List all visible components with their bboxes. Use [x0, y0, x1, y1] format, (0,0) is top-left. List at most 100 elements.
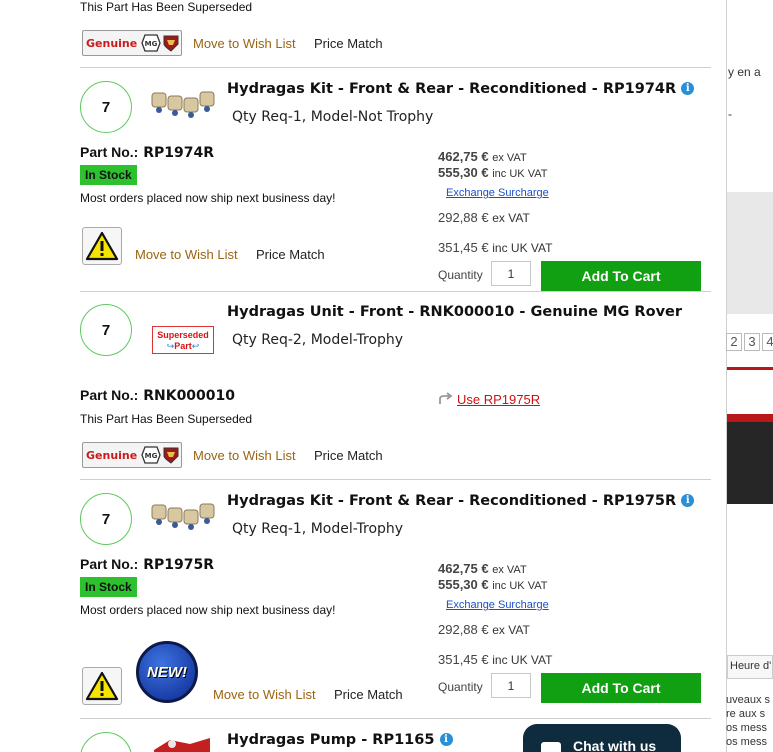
price-ex-value: 462,75 €: [438, 561, 489, 576]
part-number-label: Part No.:: [80, 556, 139, 572]
bg-block: [727, 192, 773, 314]
badge-line1: Superseded: [157, 329, 209, 340]
move-to-wishlist-link[interactable]: Move to Wish List: [213, 687, 316, 702]
qty-requirement: Qty Req-1, Model-Trophy: [232, 521, 404, 537]
product-title[interactable]: Hydragas Pump - RP1165 i: [227, 732, 453, 748]
surcharge-ex-value: 292,88 €: [438, 622, 489, 637]
product-list: This Part Has Been Superseded Genuine MG…: [0, 0, 712, 752]
chat-bubble-icon: [541, 742, 561, 752]
mg-logo-icon: MG: [141, 446, 161, 464]
product-title-text[interactable]: Hydragas Pump - RP1165: [227, 732, 434, 748]
info-icon[interactable]: i: [681, 494, 695, 507]
in-stock-badge: In Stock: [80, 165, 137, 185]
surcharge-inc-value: 351,45 €: [438, 652, 489, 667]
new-badge: NEW!: [136, 641, 198, 703]
redirect-arrow-icon: [439, 392, 453, 404]
add-to-cart-button[interactable]: Add To Cart: [541, 261, 701, 291]
page-4: 4: [762, 333, 773, 351]
genuine-label: Genuine: [86, 36, 138, 50]
info-icon[interactable]: i: [681, 82, 695, 95]
diagram-ref-circle: 7: [80, 732, 132, 752]
price-match-link[interactable]: Price Match: [256, 247, 325, 262]
price-ex-vat: 462,75 € ex VAT: [438, 561, 527, 576]
price-match-link[interactable]: Price Match: [334, 687, 403, 702]
price-match-link[interactable]: Price Match: [314, 448, 383, 463]
bg-red-bar: [727, 414, 773, 422]
part-number-value: RP1974R: [143, 145, 215, 161]
part-number: Part No.: RNK000010: [80, 387, 235, 404]
warning-triangle-icon[interactable]: [82, 227, 122, 265]
part-number: Part No.: RP1975R: [80, 556, 214, 573]
divider: [80, 291, 711, 292]
bg-snippet: re aux s: [726, 708, 766, 720]
info-icon[interactable]: i: [439, 733, 453, 746]
chat-label: Chat with us: [573, 738, 657, 752]
superseded-note: This Part Has Been Superseded: [80, 0, 253, 14]
move-to-wishlist-link[interactable]: Move to Wish List: [193, 448, 296, 463]
use-replacement-link[interactable]: Use RP1975R: [457, 392, 540, 407]
product-title-text[interactable]: Hydragas Kit - Front & Rear - Reconditio…: [227, 81, 676, 97]
price-inc-value: 555,30 €: [438, 577, 489, 592]
surcharge-ex-value: 292,88 €: [438, 210, 489, 225]
part-number-label: Part No.:: [80, 144, 139, 160]
hydragas-kit-image: [151, 503, 215, 530]
warning-triangle-icon[interactable]: [82, 667, 122, 705]
warning-triangle-icon: [85, 671, 119, 701]
price-inc-value: 555,30 €: [438, 165, 489, 180]
surcharge-inc-vat: 351,45 € inc UK VAT: [438, 240, 552, 255]
superseded-part-badge: Superseded ↪Part↩: [152, 326, 214, 354]
bg-snippet: uveaux s: [726, 694, 771, 706]
surcharge-ex-vat: 292,88 € ex VAT: [438, 622, 530, 637]
price-inc-tag: inc UK VAT: [492, 168, 548, 180]
bg-heure: Heure d': [730, 660, 772, 672]
surcharge-ex-tag: ex VAT: [492, 623, 530, 637]
product-title[interactable]: Hydragas Kit - Front & Rear - Reconditio…: [227, 81, 695, 97]
chat-with-us-button[interactable]: Chat with us: [523, 724, 681, 752]
product-title-text[interactable]: Hydragas Kit - Front & Rear - Reconditio…: [227, 493, 676, 509]
price-inc-tag: inc UK VAT: [492, 580, 548, 592]
genuine-label: Genuine: [86, 448, 138, 462]
price-ex-tag: ex VAT: [492, 152, 527, 164]
exchange-surcharge-link[interactable]: Exchange Surcharge: [446, 599, 549, 611]
price-inc-vat: 555,30 € inc UK VAT: [438, 577, 547, 592]
bg-red-line: [727, 367, 773, 370]
rover-shield-icon: [163, 447, 179, 464]
new-badge-text: NEW!: [147, 663, 187, 681]
add-to-cart-button[interactable]: Add To Cart: [541, 673, 701, 703]
product-title[interactable]: Hydragas Unit - Front - RNK000010 - Genu…: [227, 304, 682, 320]
rover-shield-icon: [163, 35, 179, 52]
price-ex-value: 462,75 €: [438, 149, 489, 164]
bg-text: y en a: [728, 65, 761, 79]
quantity-label: Quantity: [438, 680, 483, 694]
price-match-link[interactable]: Price Match: [314, 36, 383, 51]
surcharge-inc-tag: inc UK VAT: [492, 241, 553, 255]
hydragas-pump-image: [154, 738, 210, 752]
exchange-surcharge-link[interactable]: Exchange Surcharge: [446, 187, 549, 199]
surcharge-inc-tag: inc UK VAT: [492, 653, 553, 667]
part-number: Part No.: RP1974R: [80, 144, 214, 161]
move-to-wishlist-link[interactable]: Move to Wish List: [193, 36, 296, 51]
part-number-value: RNK000010: [143, 388, 236, 404]
page-2: 2: [726, 333, 742, 351]
divider: [80, 479, 711, 480]
quantity-input[interactable]: [491, 261, 531, 286]
quantity-input[interactable]: [491, 673, 531, 698]
shipping-note: Most orders placed now ship next busines…: [80, 191, 336, 205]
move-to-wishlist-link[interactable]: Move to Wish List: [135, 247, 238, 262]
genuine-mg-rover-badge: Genuine MG: [82, 30, 182, 56]
quantity-label: Quantity: [438, 268, 483, 282]
hydragas-kit-image: [151, 91, 215, 118]
divider: [80, 718, 711, 719]
warning-triangle-icon: [85, 231, 119, 261]
product-title[interactable]: Hydragas Kit - Front & Rear - Reconditio…: [227, 493, 695, 509]
divider: [80, 67, 711, 68]
surcharge-ex-vat: 292,88 € ex VAT: [438, 210, 530, 225]
price-ex-vat: 462,75 € ex VAT: [438, 149, 527, 164]
diagram-ref-circle: 7: [80, 493, 132, 545]
svg-text:MG: MG: [145, 40, 158, 48]
part-number-label: Part No.:: [80, 387, 139, 403]
mg-logo-icon: MG: [141, 34, 161, 52]
surcharge-ex-tag: ex VAT: [492, 211, 530, 225]
part-number-value: RP1975R: [143, 557, 215, 573]
background-page-panel: y en a - 2 3 4 Heure d' uveaux s re aux …: [712, 0, 773, 752]
